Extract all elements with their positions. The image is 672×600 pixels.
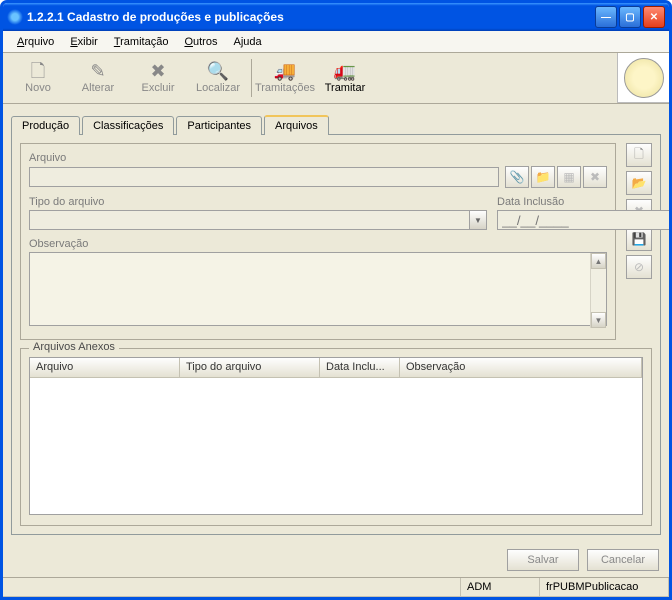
- search-icon: 🔍: [207, 62, 229, 80]
- col-arquivo[interactable]: Arquivo: [30, 358, 180, 377]
- salvar-button[interactable]: Salvar: [507, 549, 579, 571]
- tipo-combo[interactable]: ▼: [29, 210, 487, 230]
- tab-strip: Produção Classificações Participantes Ar…: [11, 114, 661, 134]
- menu-ajuda[interactable]: Ajuda: [227, 34, 267, 50]
- titlebar: 1.2.2.1 Cadastro de produções e publicaç…: [3, 3, 669, 31]
- data-input[interactable]: [497, 210, 672, 230]
- toolbar: 🗋Novo ✎Alterar ✖Excluir 🔍Localizar 🚚Tram…: [3, 53, 617, 103]
- col-data[interactable]: Data Inclu...: [320, 358, 400, 377]
- anexos-group: Arquivos Anexos Arquivo Tipo do arquivo …: [20, 348, 652, 526]
- grid-body[interactable]: [30, 378, 642, 514]
- arquivo-label: Arquivo: [29, 152, 607, 164]
- obs-wrap: ▲ ▼: [29, 252, 607, 329]
- attach-button[interactable]: 📎: [505, 166, 529, 188]
- obs-label: Observação: [29, 238, 607, 250]
- window-body: Arquivo Exibir Tramitação Outros Ajuda 🗋…: [3, 31, 669, 597]
- arquivo-input[interactable]: [29, 167, 499, 187]
- logo-seal-icon: [624, 58, 664, 98]
- maximize-button[interactable]: ▢: [619, 6, 641, 28]
- toolbar-tramitar[interactable]: 🚛Tramitar: [316, 57, 374, 99]
- tabpanel-arquivos: Arquivo 📎 📁 ▦ ✖: [11, 134, 661, 535]
- file-detail-group: Arquivo 📎 📁 ▦ ✖: [20, 143, 616, 340]
- tab-arquivos[interactable]: Arquivos: [264, 115, 329, 135]
- tipo-label: Tipo do arquivo: [29, 196, 487, 208]
- titlebar-buttons: — ▢ ✕: [595, 6, 665, 28]
- side-cancel-button[interactable]: ⊘: [626, 255, 652, 279]
- upper-area: Arquivo 📎 📁 ▦ ✖: [20, 143, 652, 340]
- col-tipo[interactable]: Tipo do arquivo: [180, 358, 320, 377]
- side-save-button[interactable]: 💾: [626, 227, 652, 251]
- floppy-icon: 💾: [632, 232, 647, 246]
- menu-tramitacao[interactable]: Tramitação: [108, 34, 175, 50]
- obs-textarea[interactable]: [29, 252, 607, 326]
- new-icon: 🗋: [31, 62, 45, 80]
- toolbar-novo: 🗋Novo: [9, 57, 67, 99]
- window-title: 1.2.2.1 Cadastro de produções e publicaç…: [27, 10, 595, 24]
- data-label: Data Inclusão: [497, 196, 607, 208]
- scroll-track[interactable]: [591, 269, 606, 312]
- delete-icon: ✖: [150, 62, 165, 80]
- side-open-button[interactable]: 📂: [626, 171, 652, 195]
- tramitacoes-icon: 🚚: [274, 62, 296, 80]
- status-user: ADM: [460, 578, 540, 597]
- footer-buttons: Salvar Cancelar: [3, 543, 669, 577]
- folder-icon: 📁: [536, 170, 551, 184]
- image-icon: ▦: [563, 170, 574, 184]
- view-button[interactable]: ▦: [557, 166, 581, 188]
- side-new-button[interactable]: 🗋: [626, 143, 652, 167]
- tramitar-icon: 🚛: [334, 62, 356, 80]
- grid-header: Arquivo Tipo do arquivo Data Inclu... Ob…: [30, 358, 642, 378]
- status-form: frPUBMPublicacao: [539, 578, 669, 597]
- statusbar: ADM frPUBMPublicacao: [3, 577, 669, 597]
- folder-open-icon: 📂: [632, 176, 647, 190]
- tab-participantes[interactable]: Participantes: [176, 116, 262, 135]
- toolbar-alterar: ✎Alterar: [69, 57, 127, 99]
- page-icon: 🗋: [634, 145, 644, 166]
- app-window: 1.2.2.1 Cadastro de produções e publicaç…: [0, 0, 672, 600]
- status-empty: [2, 578, 461, 597]
- remove-file-button[interactable]: ✖: [583, 166, 607, 188]
- arquivo-buttons: 📎 📁 ▦ ✖: [505, 166, 607, 188]
- menubar: Arquivo Exibir Tramitação Outros Ajuda: [3, 31, 669, 53]
- minimize-button[interactable]: —: [595, 6, 617, 28]
- toolbar-localizar: 🔍Localizar: [189, 57, 247, 99]
- open-folder-button[interactable]: 📁: [531, 166, 555, 188]
- obs-scrollbar[interactable]: ▲ ▼: [590, 253, 606, 328]
- data-combo[interactable]: ▼: [497, 210, 607, 230]
- x-icon: ✖: [590, 170, 600, 184]
- app-icon: [7, 9, 23, 25]
- toolbar-excluir: ✖Excluir: [129, 57, 187, 99]
- menu-exibir[interactable]: Exibir: [64, 34, 104, 50]
- toolbar-tramitacoes: 🚚Tramitações: [256, 57, 314, 99]
- tab-producao[interactable]: Produção: [11, 116, 80, 135]
- menu-outros[interactable]: Outros: [178, 34, 223, 50]
- toolbar-separator: [251, 59, 252, 97]
- org-logo: [617, 53, 669, 103]
- scroll-up-icon[interactable]: ▲: [591, 253, 606, 269]
- anexos-grid[interactable]: Arquivo Tipo do arquivo Data Inclu... Ob…: [29, 357, 643, 515]
- menu-arquivo[interactable]: Arquivo: [11, 34, 60, 50]
- cancelar-button[interactable]: Cancelar: [587, 549, 659, 571]
- toolbar-row: 🗋Novo ✎Alterar ✖Excluir 🔍Localizar 🚚Tram…: [3, 53, 669, 104]
- side-buttons: 🗋 📂 ✖ 💾 ⊘: [626, 143, 652, 340]
- close-button[interactable]: ✕: [643, 6, 665, 28]
- tipo-dropdown-button[interactable]: ▼: [469, 210, 487, 230]
- edit-icon: ✎: [90, 62, 105, 80]
- anexos-legend: Arquivos Anexos: [29, 341, 119, 353]
- tab-classificacoes[interactable]: Classificações: [82, 116, 174, 135]
- scroll-down-icon[interactable]: ▼: [591, 312, 606, 328]
- forbid-icon: ⊘: [634, 260, 644, 274]
- col-obs[interactable]: Observação: [400, 358, 642, 377]
- chevron-down-icon: ▼: [474, 216, 482, 225]
- paperclip-icon: 📎: [510, 170, 525, 184]
- tipo-input[interactable]: [29, 210, 469, 230]
